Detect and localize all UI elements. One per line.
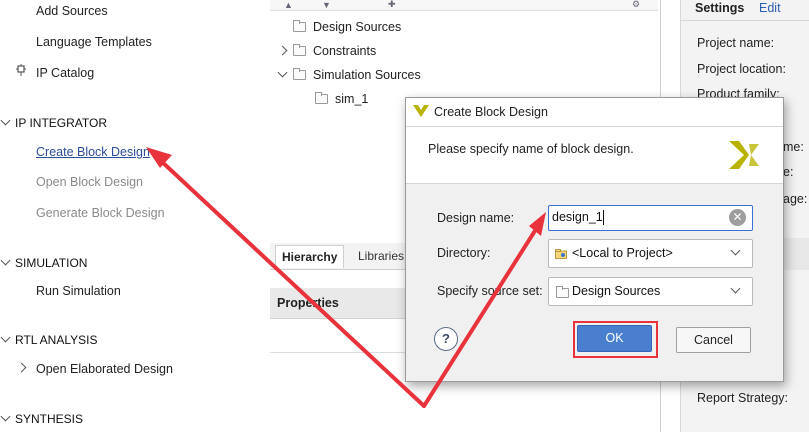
source-set-value: Design Sources <box>572 284 661 298</box>
section-simulation[interactable]: SIMULATION <box>15 256 87 270</box>
section-rtl-analysis[interactable]: RTL ANALYSIS <box>15 333 97 347</box>
label-project-location: Project location: <box>697 62 786 76</box>
nav-create-block-design[interactable]: Create Block Design <box>36 145 150 159</box>
tab-hierarchy[interactable]: Hierarchy <box>275 245 345 268</box>
nav-open-elaborated-design[interactable]: Open Elaborated Design <box>36 362 173 376</box>
expand-icon[interactable]: ▼ <box>322 0 331 10</box>
vivado-logo-icon <box>413 104 429 118</box>
folder-icon <box>556 286 569 298</box>
nav-open-block-design: Open Block Design <box>36 175 144 189</box>
dialog-title: Create Block Design <box>434 105 548 119</box>
collapse-icon[interactable]: ▲ <box>284 0 293 10</box>
add-icon[interactable]: ✚ <box>388 0 396 10</box>
label-fragment-1: me: <box>783 140 804 154</box>
label-project-name: Project name: <box>697 36 775 50</box>
nav-ip-catalog[interactable]: IP Catalog <box>36 66 94 80</box>
chevron-down-icon[interactable] <box>730 283 741 294</box>
design-name-input[interactable]: design_1 ✕ <box>548 205 753 231</box>
tab-libraries[interactable]: Libraries <box>358 249 404 263</box>
tree-simulation-sources[interactable]: Simulation Sources <box>313 68 421 82</box>
clear-icon[interactable]: ✕ <box>729 209 746 226</box>
text-cursor <box>603 210 604 225</box>
tree-design-sources[interactable]: Design Sources <box>313 20 401 34</box>
directory-label: Directory: <box>437 246 491 260</box>
folder-icon <box>293 68 306 80</box>
dialog-titlebar: Create Block Design <box>406 98 783 127</box>
nav-generate-block-design: Generate Block Design <box>36 206 165 220</box>
create-block-design-dialog: Create Block Design Please specify name … <box>405 97 784 382</box>
gear-icon[interactable]: ⚙ <box>632 0 640 10</box>
ok-button[interactable]: OK <box>577 325 652 352</box>
nav-run-simulation[interactable]: Run Simulation <box>36 284 121 298</box>
xilinx-logo-icon <box>727 139 761 171</box>
dialog-banner: Please specify name of block design. <box>406 127 783 184</box>
help-icon[interactable]: ? <box>434 327 458 351</box>
label-report-strategy: Report Strategy: <box>697 391 789 405</box>
folder-icon <box>293 44 306 56</box>
tree-sim-1[interactable]: sim_1 <box>335 92 368 106</box>
sources-toolbar: ▲ ▼ ✚ ⚙ <box>270 0 658 11</box>
chevron-down-icon[interactable] <box>0 411 11 422</box>
local-folder-icon <box>555 248 568 259</box>
dialog-message: Please specify name of block design. <box>428 142 634 156</box>
section-synthesis[interactable]: SYNTHESIS <box>15 412 83 426</box>
tab-settings[interactable]: Settings <box>695 1 744 15</box>
cancel-button[interactable]: Cancel <box>676 327 751 353</box>
properties-title: Properties <box>277 296 339 310</box>
nav-add-sources[interactable]: Add Sources <box>36 4 108 18</box>
chevron-down-icon[interactable] <box>730 245 741 256</box>
label-fragment-2: e: <box>783 165 794 179</box>
label-fragment-3: age: <box>783 192 808 206</box>
source-set-select[interactable]: Design Sources <box>548 277 753 306</box>
directory-select[interactable]: <Local to Project> <box>548 239 753 268</box>
divider <box>681 20 809 21</box>
source-set-label: Specify source set: <box>437 284 543 298</box>
flow-navigator: Add Sources Language Templates IP Catalo… <box>0 0 259 432</box>
chevron-down-icon[interactable] <box>0 115 11 126</box>
design-name-label: Design name: <box>437 211 515 225</box>
design-name-value: design_1 <box>552 210 603 224</box>
chevron-right-icon[interactable] <box>16 362 27 373</box>
section-ip-integrator[interactable]: IP INTEGRATOR <box>15 116 107 130</box>
edit-link[interactable]: Edit <box>759 1 781 15</box>
directory-value: <Local to Project> <box>572 246 673 260</box>
ip-catalog-icon <box>16 64 26 76</box>
chevron-down-icon[interactable] <box>0 255 11 266</box>
tree-constraints[interactable]: Constraints <box>313 44 376 58</box>
folder-icon <box>293 20 306 32</box>
folder-icon <box>315 92 328 104</box>
nav-language-templates[interactable]: Language Templates <box>36 35 152 49</box>
chevron-down-icon[interactable] <box>0 332 11 343</box>
